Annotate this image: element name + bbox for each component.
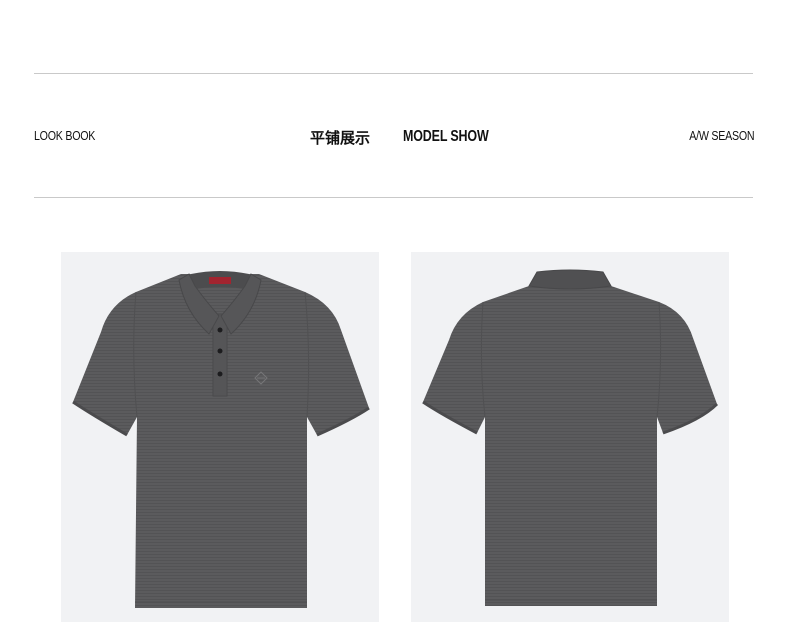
product-photo-back [411, 252, 729, 622]
bottom-divider [34, 197, 753, 198]
lookbook-label: LOOK BOOK [34, 128, 96, 143]
product-photo-front [61, 252, 379, 622]
section-title: 平铺展示 MODEL SHOW [310, 124, 489, 150]
polo-shirt-back-image [422, 269, 719, 606]
title-english: MODEL SHOW [403, 128, 489, 145]
season-label: A/W SEASON [688, 128, 754, 143]
title-chinese: 平铺展示 [310, 128, 371, 147]
polo-shirt-front-image [72, 271, 370, 608]
top-divider [34, 73, 753, 74]
